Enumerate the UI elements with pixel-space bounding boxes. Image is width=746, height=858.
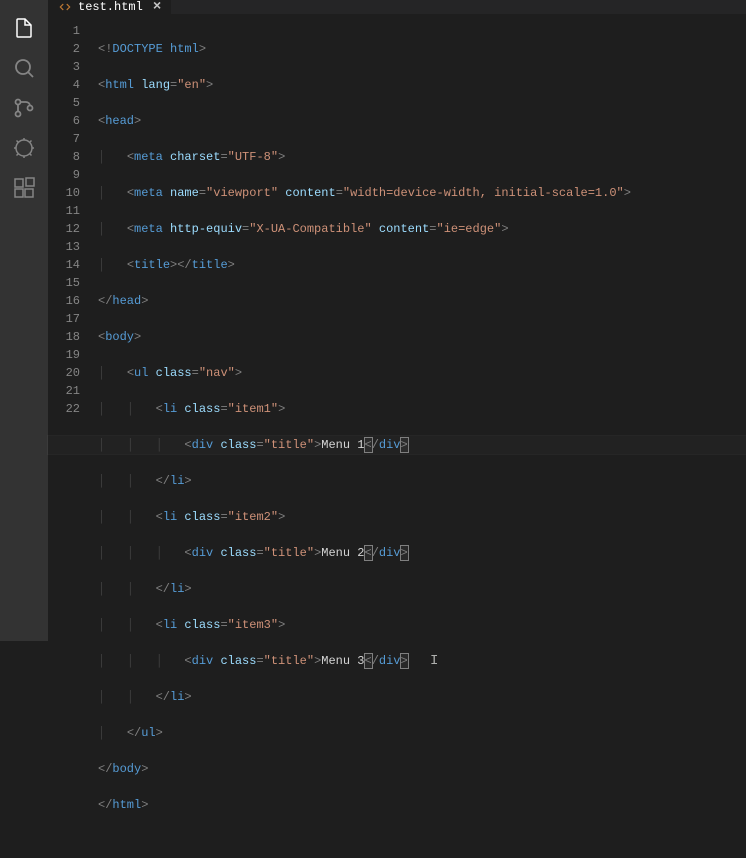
- code-editor[interactable]: 12345678910111213141516171819202122 <!DO…: [48, 14, 746, 858]
- line-number: 6: [48, 112, 80, 130]
- tab-test-html[interactable]: test.html ×: [48, 0, 171, 14]
- line-number: 3: [48, 58, 80, 76]
- explorer-icon[interactable]: [0, 8, 48, 48]
- activity-bar: [0, 0, 48, 641]
- tab-bar: test.html ×: [48, 0, 746, 14]
- line-number: 13: [48, 238, 80, 256]
- line-number: 15: [48, 274, 80, 292]
- line-number: 9: [48, 166, 80, 184]
- html-file-icon: [58, 0, 72, 14]
- main-area: test.html × 1234567891011121314151617181…: [48, 0, 746, 641]
- line-number: 4: [48, 76, 80, 94]
- source-control-icon[interactable]: [0, 88, 48, 128]
- line-number: 17: [48, 310, 80, 328]
- line-number: 16: [48, 292, 80, 310]
- close-icon[interactable]: ×: [153, 0, 161, 14]
- tab-filename: test.html: [78, 0, 143, 14]
- search-icon[interactable]: [0, 48, 48, 88]
- line-number: 19: [48, 346, 80, 364]
- line-number: 18: [48, 328, 80, 346]
- line-number: 10: [48, 184, 80, 202]
- debug-icon[interactable]: [0, 128, 48, 168]
- code-content[interactable]: <!DOCTYPE html> <html lang="en"> <head> …: [98, 14, 746, 858]
- line-number: 12: [48, 220, 80, 238]
- line-number: 21: [48, 382, 80, 400]
- line-number: 20: [48, 364, 80, 382]
- line-number: 1: [48, 22, 80, 40]
- line-number: 22: [48, 400, 80, 418]
- text-cursor-icon: I: [430, 652, 438, 670]
- line-number: 5: [48, 94, 80, 112]
- extensions-icon[interactable]: [0, 168, 48, 208]
- line-number: 8: [48, 148, 80, 166]
- line-number: 2: [48, 40, 80, 58]
- line-number: 7: [48, 130, 80, 148]
- line-number: 14: [48, 256, 80, 274]
- line-number: 11: [48, 202, 80, 220]
